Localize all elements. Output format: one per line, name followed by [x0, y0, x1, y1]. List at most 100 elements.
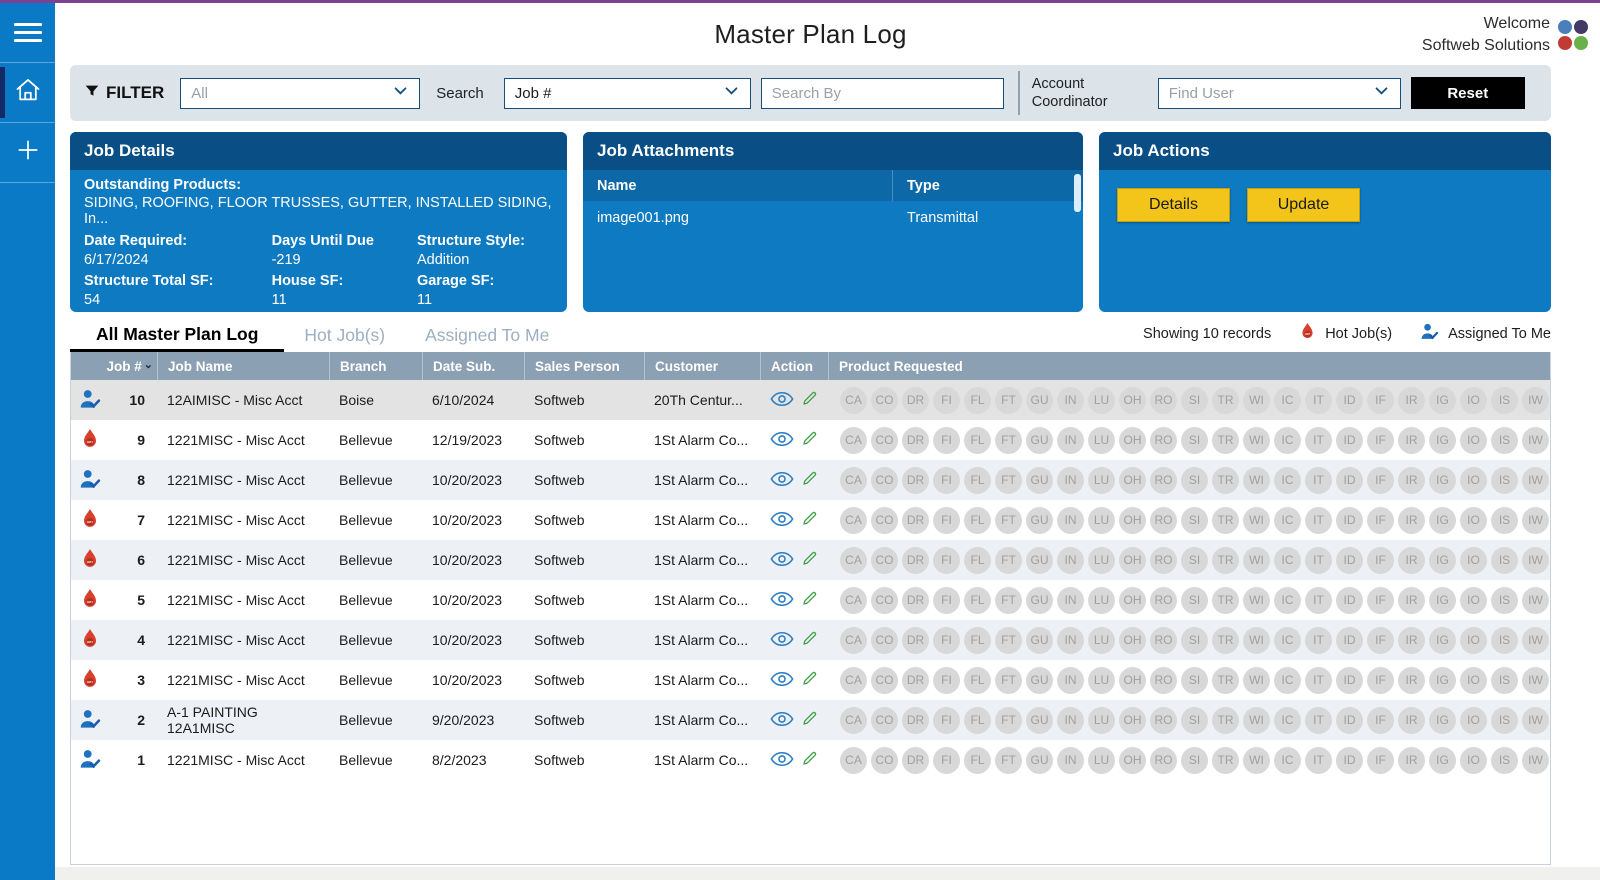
product-badge-ic: IC	[1274, 507, 1301, 534]
reset-button[interactable]: Reset	[1411, 77, 1525, 109]
table-row[interactable]: HOT31221MISC - Misc AcctBellevue10/20/20…	[71, 660, 1550, 700]
product-badge-ca: CA	[840, 427, 867, 454]
view-eye-icon[interactable]	[770, 591, 794, 610]
product-badge-ir: IR	[1398, 587, 1425, 614]
edit-pencil-icon[interactable]	[801, 670, 818, 690]
product-badge-wi: WI	[1243, 547, 1270, 574]
field-date-required: Date Required:6/17/2024	[84, 233, 272, 268]
attachment-name: image001.png	[583, 201, 893, 235]
table-row[interactable]: 81221MISC - Misc AcctBellevue10/20/2023S…	[71, 460, 1550, 500]
col-sales-person[interactable]: Sales Person	[524, 352, 644, 380]
search-input[interactable]	[761, 78, 1004, 109]
filter-dropdown[interactable]: All	[180, 78, 420, 109]
col-action[interactable]: Action	[760, 352, 828, 380]
product-badge-ig: IG	[1429, 587, 1456, 614]
product-badge-ca: CA	[840, 627, 867, 654]
product-badge-is: IS	[1491, 707, 1518, 734]
attachments-scrollbar[interactable]	[1074, 174, 1081, 212]
product-badge-ir: IR	[1398, 547, 1425, 574]
product-badge-gu: GU	[1026, 507, 1053, 534]
view-eye-icon[interactable]	[770, 711, 794, 730]
edit-pencil-icon[interactable]	[801, 750, 818, 770]
edit-pencil-icon[interactable]	[801, 510, 818, 530]
assigned-person-icon	[1420, 323, 1439, 344]
product-badge-io: IO	[1460, 467, 1487, 494]
product-badge-lu: LU	[1088, 707, 1115, 734]
product-badge-tr: TR	[1212, 627, 1239, 654]
edit-pencil-icon[interactable]	[801, 470, 818, 490]
table-row[interactable]: 1012AIMISC - Misc AcctBoise6/10/2024Soft…	[71, 380, 1550, 420]
panels-row: Job Details Outstanding Products: SIDING…	[70, 132, 1551, 312]
product-badge-io: IO	[1460, 747, 1487, 774]
col-branch[interactable]: Branch	[329, 352, 422, 380]
update-button[interactable]: Update	[1247, 188, 1360, 222]
product-badge-ft: FT	[995, 627, 1022, 654]
view-eye-icon[interactable]	[770, 671, 794, 690]
edit-pencil-icon[interactable]	[801, 710, 818, 730]
product-badge-co: CO	[871, 467, 898, 494]
col-job-number[interactable]: Job #⌄	[71, 352, 157, 380]
product-badge-co: CO	[871, 707, 898, 734]
menu-button[interactable]	[0, 3, 55, 63]
customer: 1St Alarm Co...	[644, 620, 760, 660]
date-submitted: 12/19/2023	[422, 420, 524, 460]
sales-person: Softweb	[524, 700, 644, 740]
filter-bar: FILTER All Search Job # Account Coordina…	[70, 65, 1551, 121]
col-product-requested[interactable]: Product Requested	[828, 352, 1550, 380]
field-structure-style: Structure Style:Addition	[417, 233, 553, 268]
table-row[interactable]: HOT41221MISC - Misc AcctBellevue10/20/20…	[71, 620, 1550, 660]
col-customer[interactable]: Customer	[644, 352, 760, 380]
product-badge-ft: FT	[995, 387, 1022, 414]
view-eye-icon[interactable]	[770, 391, 794, 410]
product-badge-wi: WI	[1243, 627, 1270, 654]
sales-person: Softweb	[524, 580, 644, 620]
edit-pencil-icon[interactable]	[801, 430, 818, 450]
product-badge-is: IS	[1491, 747, 1518, 774]
product-badge-id: ID	[1336, 507, 1363, 534]
view-eye-icon[interactable]	[770, 511, 794, 530]
customer: 1St Alarm Co...	[644, 540, 760, 580]
legend: Showing 10 records HOT Hot Job(s) Assign…	[1143, 319, 1551, 352]
table-row[interactable]: HOT91221MISC - Misc AcctBellevue12/19/20…	[71, 420, 1550, 460]
view-eye-icon[interactable]	[770, 751, 794, 770]
date-submitted: 10/20/2023	[422, 660, 524, 700]
job-name: 1221MISC - Misc Acct	[157, 460, 329, 500]
col-date-sub[interactable]: Date Sub.	[422, 352, 524, 380]
action-cell	[760, 660, 828, 700]
filter-label: FILTER	[84, 83, 164, 104]
product-badge-gu: GU	[1026, 427, 1053, 454]
attachment-row[interactable]: image001.pngTransmittal	[583, 201, 1083, 235]
edit-pencil-icon[interactable]	[801, 590, 818, 610]
product-badge-ig: IG	[1429, 667, 1456, 694]
tab-hot-jobs[interactable]: Hot Job(s)	[284, 319, 405, 352]
product-requested-cell: CACODRFIFLFTGUINLUOHROSITRWIICITIDIFIRIG…	[828, 420, 1550, 460]
table-row[interactable]: HOT71221MISC - Misc AcctBellevue10/20/20…	[71, 500, 1550, 540]
table-row[interactable]: 2A-1 PAINTING 12A1MISCBellevue9/20/2023S…	[71, 700, 1550, 740]
product-badge-ic: IC	[1274, 427, 1301, 454]
plus-icon	[15, 137, 41, 168]
find-user-dropdown[interactable]: Find User	[1158, 78, 1401, 109]
view-eye-icon[interactable]	[770, 551, 794, 570]
edit-pencil-icon[interactable]	[801, 550, 818, 570]
product-badge-fl: FL	[964, 387, 991, 414]
view-eye-icon[interactable]	[770, 471, 794, 490]
table-row[interactable]: HOT51221MISC - Misc AcctBellevue10/20/20…	[71, 580, 1550, 620]
details-button[interactable]: Details	[1117, 188, 1230, 222]
view-eye-icon[interactable]	[770, 431, 794, 450]
view-eye-icon[interactable]	[770, 631, 794, 650]
hot-flame-icon: HOT	[80, 548, 100, 573]
job-name: 1221MISC - Misc Acct	[157, 420, 329, 460]
search-field-dropdown[interactable]: Job #	[504, 78, 751, 109]
product-badge-ca: CA	[840, 747, 867, 774]
edit-pencil-icon[interactable]	[801, 390, 818, 410]
divider	[1018, 71, 1020, 115]
sidebar-item-home[interactable]	[0, 63, 55, 123]
table-row[interactable]: 11221MISC - Misc AcctBellevue8/2/2023Sof…	[71, 740, 1550, 780]
tab-all-master-plan-log[interactable]: All Master Plan Log	[70, 319, 284, 352]
edit-pencil-icon[interactable]	[801, 630, 818, 650]
tab-assigned-to-me[interactable]: Assigned To Me	[405, 319, 569, 352]
sidebar-item-add[interactable]	[0, 123, 55, 183]
table-row[interactable]: HOT61221MISC - Misc AcctBellevue10/20/20…	[71, 540, 1550, 580]
search-label: Search	[436, 85, 484, 102]
col-job-name[interactable]: Job Name	[157, 352, 329, 380]
